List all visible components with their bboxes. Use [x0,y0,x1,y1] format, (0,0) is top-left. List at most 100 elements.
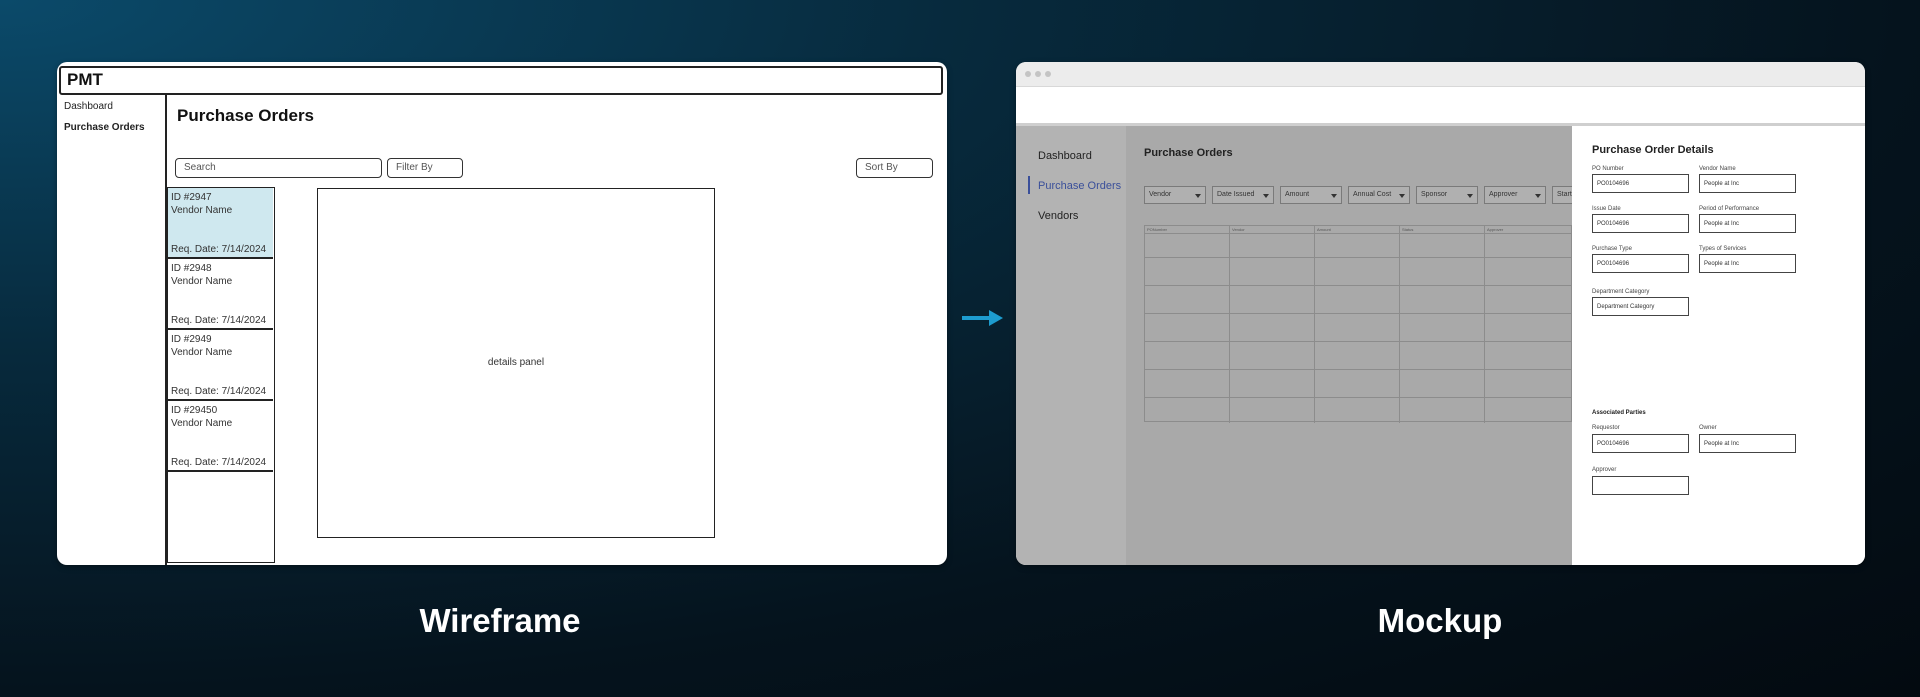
window-dot-icon [1025,71,1031,77]
filter-by-button[interactable]: Filter By [387,158,463,178]
sidebar-item-dashboard[interactable]: Dashboard [64,101,113,112]
order-id: ID #2948 [171,263,212,274]
filter-label: Start [1557,191,1572,198]
browser-chrome [1016,62,1865,87]
app-title: PMT [67,70,103,89]
requestor-field[interactable]: PO0104696 [1592,434,1689,453]
page-title: Purchase Orders [1144,147,1233,159]
owner-field[interactable]: People at Inc [1699,434,1796,453]
filter-label: Sponsor [1421,191,1448,198]
filter-start-dropdown[interactable]: Start [1552,186,1572,204]
filter-amount-dropdown[interactable]: Amount [1280,186,1342,204]
list-item[interactable]: ID #2949 Vendor Name Req. Date: 7/14/202… [168,330,273,401]
vendor-name-field[interactable]: People at Inc [1699,174,1796,193]
mockup-caption: Mockup [1377,602,1503,639]
request-date: Req. Date: 7/14/2024 [171,457,267,468]
table-column-divider [1229,226,1230,423]
issue-date-field[interactable]: PO0104696 [1592,214,1689,233]
sidebar-item-purchase-orders[interactable]: Purchase Orders [64,122,145,133]
filter-label: Date Issued [1217,191,1255,198]
details-title: Purchase Order Details [1592,144,1714,156]
search-input[interactable]: Search [175,158,382,178]
filter-sponsor-dropdown[interactable]: Sponsor [1416,186,1478,204]
order-id: ID #2949 [171,334,212,345]
table-row[interactable] [1145,257,1573,258]
vendor-name: Vendor Name [171,418,233,429]
purchase-type-field[interactable]: PO0104696 [1592,254,1689,273]
request-date: Req. Date: 7/14/2024 [171,244,267,255]
mockup-card: Dashboard Purchase Orders Vendors Purcha… [1016,62,1865,565]
filter-label: Amount [1285,191,1310,198]
wireframe-topbar: PMT [59,66,943,95]
table-column-divider [1399,226,1400,423]
field-label: Purchase Type [1592,246,1632,252]
table-header-cell: Status [1402,227,1414,232]
wireframe-sidebar: Dashboard Purchase Orders [57,95,167,565]
arrow-right-icon [962,310,1003,326]
order-id: ID #2947 [171,192,212,203]
table-row[interactable] [1145,285,1573,286]
field-label: Issue Date [1592,206,1621,212]
table-row[interactable] [1145,341,1573,342]
table-row[interactable] [1145,313,1573,314]
types-of-services-field[interactable]: People at Inc [1699,254,1796,273]
associated-parties-title: Associated Parties [1592,410,1646,416]
page-title: Purchase Orders [177,106,315,125]
table-row [1145,233,1573,234]
field-label: Approver [1592,467,1617,473]
details-panel: details panel [317,188,715,538]
field-label: Requestor [1592,425,1620,431]
window-dot-icon [1045,71,1051,77]
table-column-divider [1314,226,1315,423]
filter-vendor-dropdown[interactable]: Vendor [1144,186,1206,204]
sidebar-item-purchase-orders[interactable]: Purchase Orders [1038,180,1121,192]
request-date: Req. Date: 7/14/2024 [171,386,267,397]
active-indicator [1028,176,1030,194]
list-item[interactable]: ID #2947 Vendor Name Req. Date: 7/14/202… [168,188,273,259]
caret-down-icon [1467,194,1473,198]
app-header [1016,87,1865,126]
mockup-main: Purchase Orders Vendor Date Issued Amoun… [1126,126,1573,565]
field-label: Owner [1699,425,1717,431]
field-label: PO Number [1592,166,1624,172]
list-item[interactable]: ID #2948 Vendor Name Req. Date: 7/14/202… [168,259,273,330]
approver-field[interactable] [1592,476,1689,495]
vendor-name: Vendor Name [171,205,233,216]
table-column-divider [1484,226,1485,423]
table-header-cell: Amount [1317,227,1331,232]
department-category-field[interactable]: Department Category [1592,297,1689,316]
order-list: ID #2947 Vendor Name Req. Date: 7/14/202… [167,187,275,563]
field-label: Period of Performance [1699,206,1760,212]
window-dot-icon [1035,71,1041,77]
sidebar-item-vendors[interactable]: Vendors [1038,210,1078,222]
filter-date-issued-dropdown[interactable]: Date Issued [1212,186,1274,204]
sidebar-item-dashboard[interactable]: Dashboard [1038,150,1092,162]
sort-by-button[interactable]: Sort By [856,158,933,178]
table-row[interactable] [1145,397,1573,398]
filter-approver-dropdown[interactable]: Approver [1484,186,1546,204]
vendor-name: Vendor Name [171,276,233,287]
table-header-cell: PONumber [1147,227,1168,232]
field-label: Department Category [1592,289,1650,295]
field-label: Types of Services [1699,246,1747,252]
table-header-cell: Approver [1487,227,1504,232]
caret-down-icon [1331,194,1337,198]
field-label: Vendor Name [1699,166,1736,172]
purchase-orders-table: PONumber Vendor Amount Status Approver [1144,225,1573,423]
wireframe-card: PMT Dashboard Purchase Orders Purchase O… [57,62,947,565]
filter-label: Approver [1489,191,1518,198]
details-placeholder: details panel [487,357,545,368]
period-of-performance-field[interactable]: People at Inc [1699,214,1796,233]
caret-down-icon [1535,194,1541,198]
caret-down-icon [1263,194,1269,198]
request-date: Req. Date: 7/14/2024 [171,315,267,326]
details-panel: Purchase Order Details PO Number PO01046… [1572,126,1865,565]
list-item[interactable]: ID #29450 Vendor Name Req. Date: 7/14/20… [168,401,273,472]
table-header-cell: Vendor [1232,227,1245,232]
filter-annual-cost-dropdown[interactable]: Annual Cost [1348,186,1410,204]
po-number-field[interactable]: PO0104696 [1592,174,1689,193]
table-row[interactable] [1145,369,1573,370]
caret-down-icon [1399,194,1405,198]
filter-label: Annual Cost [1353,191,1392,198]
order-id: ID #29450 [171,405,218,416]
